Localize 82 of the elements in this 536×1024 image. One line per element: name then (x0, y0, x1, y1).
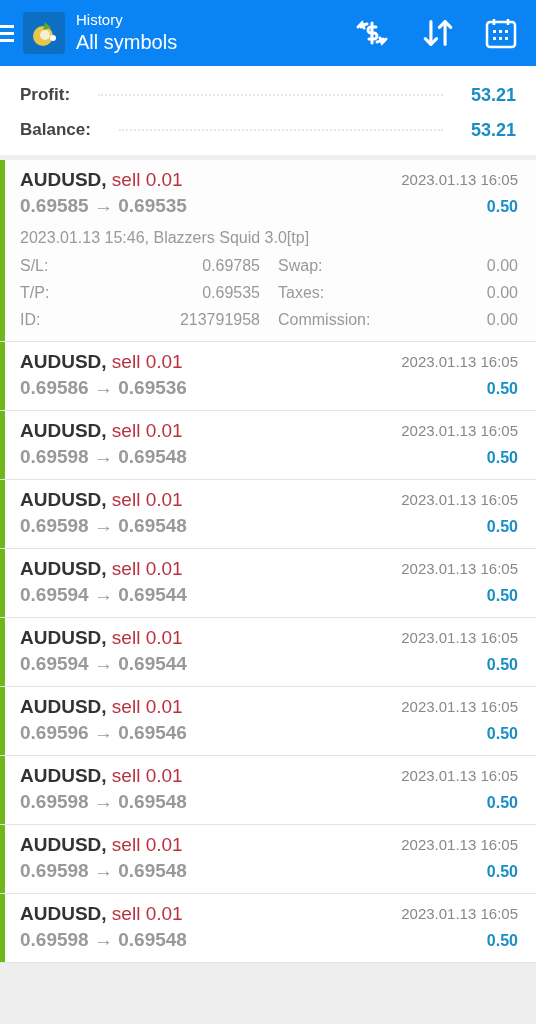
deal-row[interactable]: AUDUSD, sell 0.01 2023.01.13 16:05 0.69598 → 0.69548 0.50 (0, 411, 536, 480)
deal-profit: 0.50 (486, 862, 518, 882)
deal-time: 2023.01.13 16:05 (401, 766, 518, 786)
price-range: 0.69585 → 0.69535 (20, 194, 187, 218)
price-range: 0.69598 → 0.69548 (20, 928, 187, 952)
deal-profit: 0.50 (486, 724, 518, 744)
symbol-label: AUDUSD, (20, 169, 107, 190)
deal-profit: 0.50 (486, 517, 518, 537)
symbol-label: AUDUSD, (20, 903, 107, 924)
detail-label: Swap: (278, 256, 323, 276)
deal-profit: 0.50 (486, 655, 518, 675)
deal-profit: 0.50 (486, 586, 518, 606)
deal-row[interactable]: AUDUSD, sell 0.01 2023.01.13 16:05 0.69598 → 0.69548 0.50 (0, 756, 536, 825)
detail-label: ID: (20, 310, 41, 330)
symbol-label: AUDUSD, (20, 627, 107, 648)
menu-icon[interactable] (0, 24, 14, 42)
deal-row[interactable]: AUDUSD, sell 0.01 2023.01.13 16:05 0.69598 → 0.69548 0.50 (0, 480, 536, 549)
detail-label: Taxes: (278, 283, 325, 303)
detail-value: 0.69785 (202, 256, 260, 276)
deal-row[interactable]: AUDUSD, sell 0.01 2023.01.13 16:05 0.69585 → 0.69535 0.50 2023.01.13 15:46, Blazzers Squid 3.0[tp] S/L: 0.69785 Swap: 0.00 T/P: 0.69535 Taxes: 0.00 ID: 213791958 Commission: 0.00 (0, 160, 536, 342)
deal-time: 2023.01.13 16:05 (401, 421, 518, 441)
symbol-label: AUDUSD, (20, 351, 107, 372)
deal-time: 2023.01.13 16:05 (401, 490, 518, 510)
symbol-label: AUDUSD, (20, 765, 107, 786)
deal-time: 2023.01.13 16:05 (401, 170, 518, 190)
detail-label: Commission: (278, 310, 371, 330)
price-range: 0.69598 → 0.69548 (20, 445, 187, 469)
deal-time: 2023.01.13 16:05 (401, 352, 518, 372)
price-range: 0.69594 → 0.69544 (20, 652, 187, 676)
deal-profit: 0.50 (486, 448, 518, 468)
deal-type: sell 0.01 (111, 169, 183, 190)
deal-time: 2023.01.13 16:05 (401, 697, 518, 717)
symbol-label: AUDUSD, (20, 420, 107, 441)
deal-type: sell 0.01 (111, 834, 183, 855)
price-range: 0.69598 → 0.69548 (20, 790, 187, 814)
deal-time: 2023.01.13 16:05 (401, 559, 518, 579)
deal-row[interactable]: AUDUSD, sell 0.01 2023.01.13 16:05 0.69598 → 0.69548 0.50 (0, 894, 536, 963)
deal-time: 2023.01.13 16:05 (401, 904, 518, 924)
detail-label: S/L: (20, 256, 49, 276)
price-range: 0.69598 → 0.69548 (20, 514, 187, 538)
deal-profit: 0.50 (486, 379, 518, 399)
deal-type: sell 0.01 (111, 627, 183, 648)
deal-type: sell 0.01 (111, 489, 183, 510)
screen-subtitle: History (76, 11, 124, 29)
price-range: 0.69596 → 0.69546 (20, 721, 187, 745)
deal-time: 2023.01.13 16:05 (401, 628, 518, 648)
deal-profit: 0.50 (486, 931, 518, 951)
symbol-label: AUDUSD, (20, 558, 107, 579)
deal-profit: 0.50 (486, 793, 518, 813)
summary-label: Balance: (20, 119, 91, 141)
deal-type: sell 0.01 (111, 420, 183, 441)
deal-row[interactable]: AUDUSD, sell 0.01 2023.01.13 16:05 0.69594 → 0.69544 0.50 (0, 549, 536, 618)
deal-row[interactable]: AUDUSD, sell 0.01 2023.01.13 16:05 0.69586 → 0.69536 0.50 (0, 342, 536, 411)
symbol-label: AUDUSD, (20, 696, 107, 717)
deal-row[interactable]: AUDUSD, sell 0.01 2023.01.13 16:05 0.69594 → 0.69544 0.50 (0, 618, 536, 687)
app-logo-icon (23, 12, 65, 54)
deal-row[interactable]: AUDUSD, sell 0.01 2023.01.13 16:05 0.69596 → 0.69546 0.50 (0, 687, 536, 756)
detail-value: 0.00 (486, 256, 518, 276)
symbol-label: AUDUSD, (20, 489, 107, 510)
summary-label: Profit: (20, 84, 71, 106)
price-range: 0.69586 → 0.69536 (20, 376, 187, 400)
deal-row[interactable]: AUDUSD, sell 0.01 2023.01.13 16:05 0.69598 → 0.69548 0.50 (0, 825, 536, 894)
detail-label: T/P: (20, 283, 50, 303)
calendar-icon[interactable] (485, 17, 517, 49)
deal-type: sell 0.01 (111, 696, 183, 717)
price-range: 0.69594 → 0.69544 (20, 583, 187, 607)
deal-type: sell 0.01 (111, 351, 183, 372)
deal-profit: 0.50 (486, 197, 518, 217)
deal-type: sell 0.01 (111, 903, 183, 924)
deal-info: 2023.01.13 15:46, Blazzers Squid 3.0[tp] (20, 228, 311, 248)
screen-title: All symbols (76, 30, 178, 55)
deal-type: sell 0.01 (111, 558, 183, 579)
detail-value: 213791958 (179, 310, 260, 330)
deal-type: sell 0.01 (111, 765, 183, 786)
symbol-label: AUDUSD, (20, 834, 107, 855)
deal-time: 2023.01.13 16:05 (401, 835, 518, 855)
summary-value: 53.21 (470, 119, 516, 142)
detail-value: 0.00 (486, 283, 518, 303)
price-range: 0.69598 → 0.69548 (20, 859, 187, 883)
summary-value: 53.21 (470, 84, 516, 107)
detail-value: 0.69535 (202, 283, 260, 303)
detail-value: 0.00 (486, 310, 518, 330)
